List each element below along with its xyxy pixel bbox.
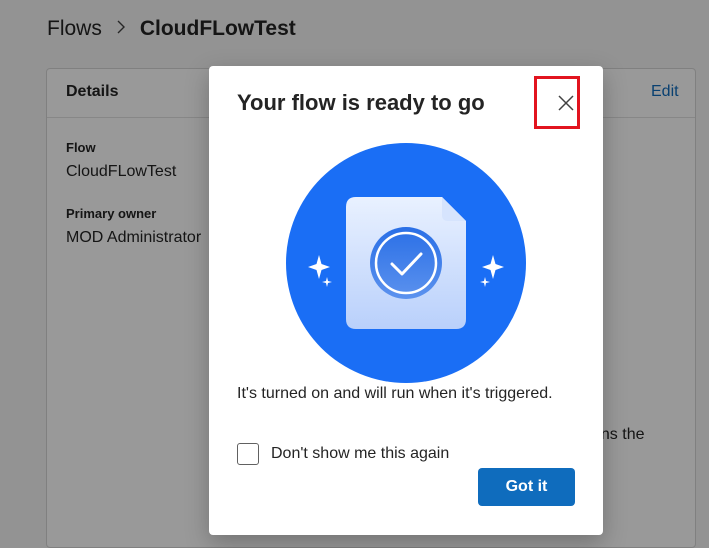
dialog-message: It's turned on and will run when it's tr… [237, 385, 553, 402]
got-it-button[interactable]: Got it [478, 468, 575, 506]
dont-show-again-row[interactable]: Don't show me this again [237, 443, 449, 465]
dont-show-again-checkbox[interactable] [237, 443, 259, 465]
close-icon [558, 95, 574, 111]
document-check-icon [286, 143, 526, 383]
flow-ready-dialog: Your flow is ready to go It's turned on [209, 66, 603, 535]
dialog-title: Your flow is ready to go [237, 90, 485, 115]
dont-show-again-label[interactable]: Don't show me this again [271, 445, 449, 463]
close-button[interactable] [552, 89, 580, 117]
